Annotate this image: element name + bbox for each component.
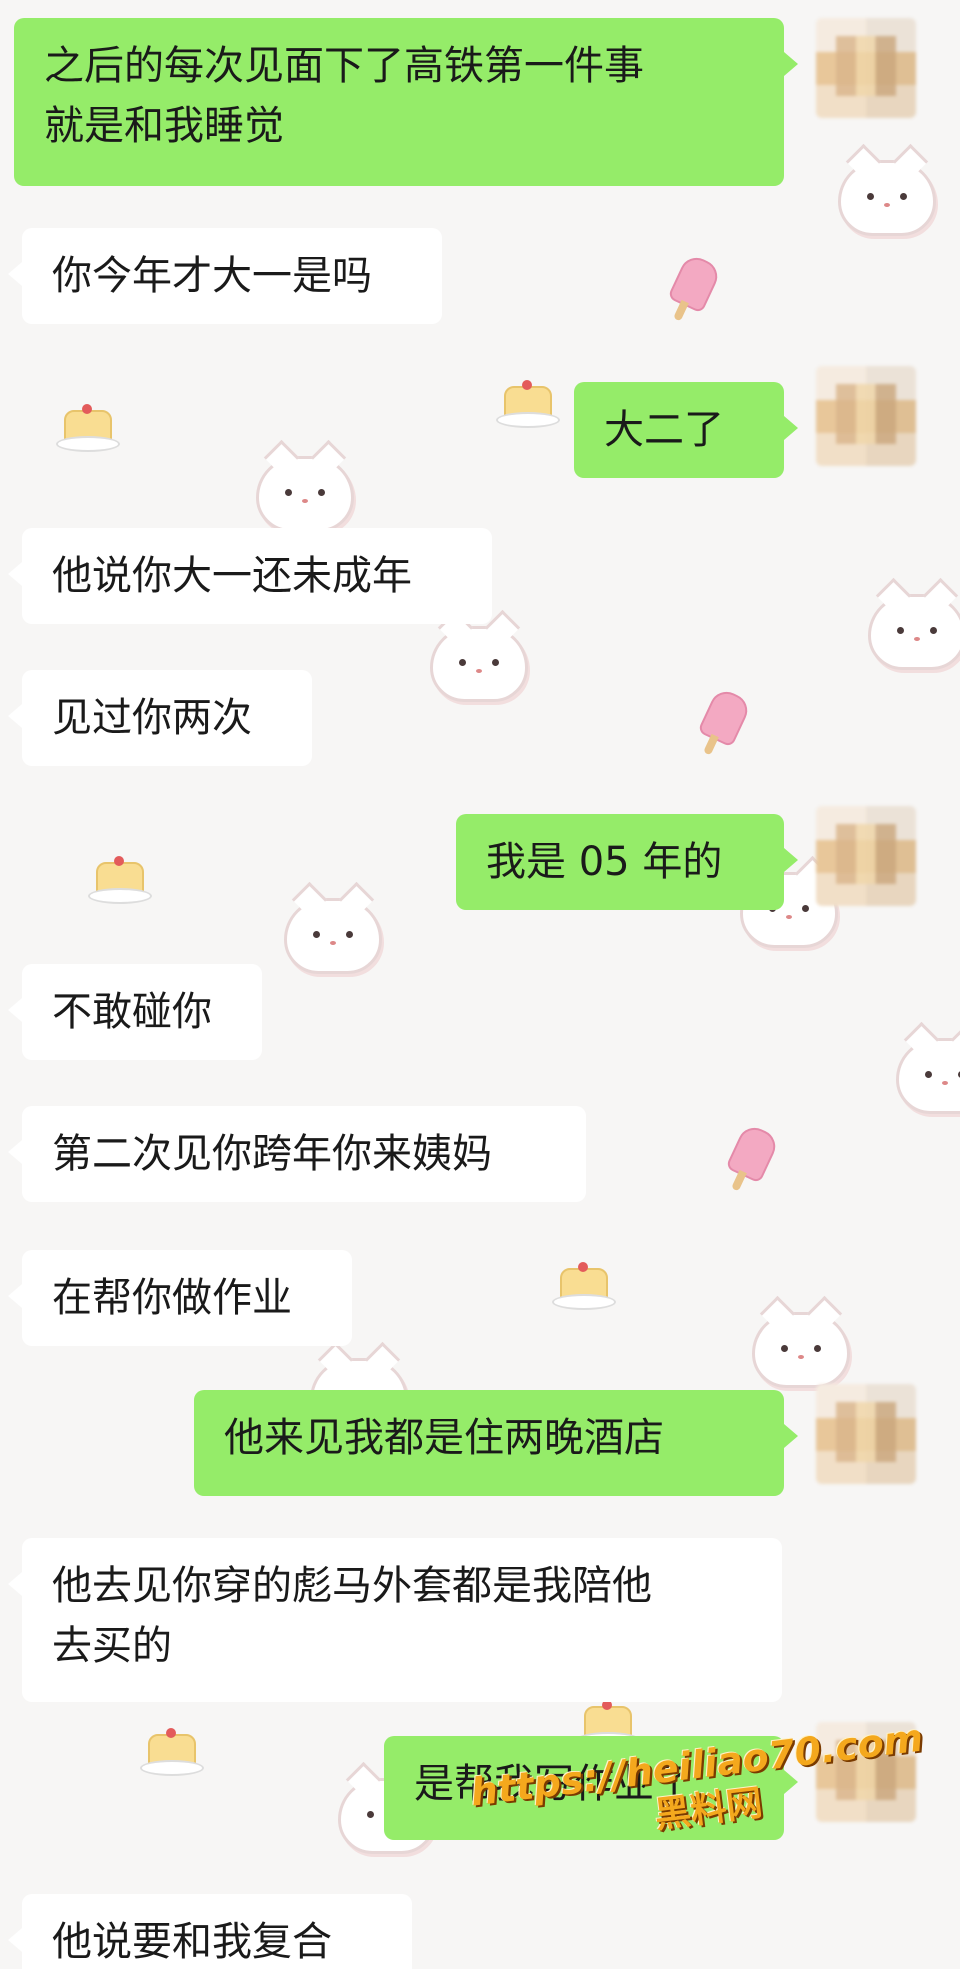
pudding-sticker-icon [140,1728,204,1776]
chat-message-incoming[interactable]: 在帮你做作业 [8,1250,352,1346]
popsicle-sticker-icon [725,1122,781,1184]
chat-message-incoming[interactable]: 你今年才大一是吗 [8,228,442,324]
pudding-sticker-icon [88,856,152,904]
chat-message-incoming[interactable]: 他去见你穿的彪马外套都是我陪他 去买的 [8,1538,782,1702]
self-avatar[interactable] [816,18,916,118]
cat-sticker-icon [896,1038,960,1114]
chat-message-outgoing[interactable]: 大二了 [574,382,798,478]
popsicle-sticker-icon [697,686,753,748]
cat-sticker-icon [838,160,936,236]
chat-message-incoming[interactable]: 见过你两次 [8,670,312,766]
chat-background: 之后的每次见面下了高铁第一件事 就是和我睡觉 你今年才大一是吗 大二了 他说你大… [0,0,960,1969]
chat-message-outgoing[interactable]: 之后的每次见面下了高铁第一件事 就是和我睡觉 [14,18,798,186]
self-avatar[interactable] [816,806,916,906]
chat-message-incoming[interactable]: 他说你大一还未成年 [8,528,492,624]
self-avatar[interactable] [816,366,916,466]
cat-sticker-icon [284,898,382,974]
chat-message-incoming[interactable]: 不敢碰你 [8,964,262,1060]
pudding-sticker-icon [56,404,120,452]
chat-message-incoming[interactable]: 他说要和我复合 [8,1894,412,1969]
cat-sticker-icon [752,1312,850,1388]
pudding-sticker-icon [496,380,560,428]
chat-message-incoming[interactable]: 第二次见你跨年你来姨妈 [8,1106,586,1202]
cat-sticker-icon [430,626,528,702]
self-avatar[interactable] [816,1384,916,1484]
chat-message-outgoing[interactable]: 我是 05 年的 [456,814,798,910]
cat-sticker-icon [256,456,354,532]
cat-sticker-icon [868,594,960,670]
popsicle-sticker-icon [667,252,723,314]
chat-message-outgoing[interactable]: 他来见我都是住两晚酒店 [194,1390,798,1496]
pudding-sticker-icon [552,1262,616,1310]
